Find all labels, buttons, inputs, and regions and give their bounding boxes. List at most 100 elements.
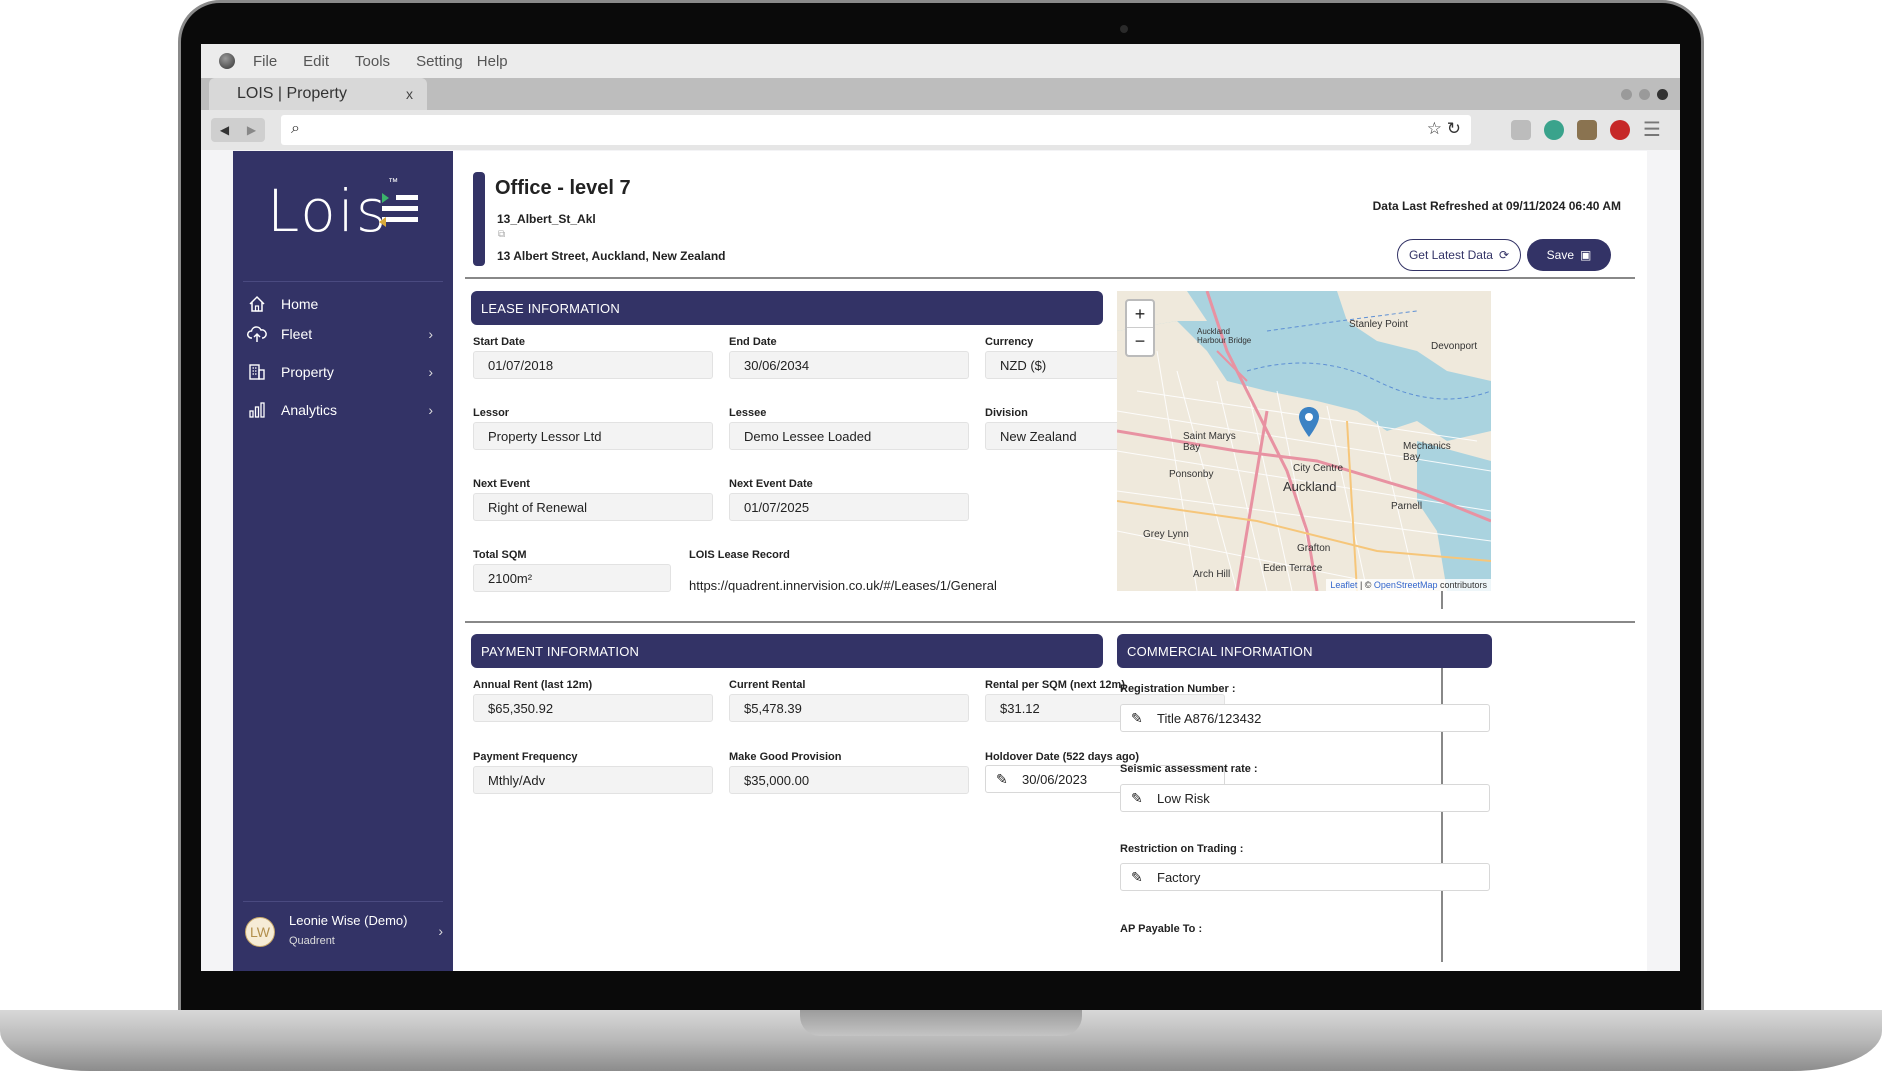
tab-lois-property[interactable]: LOIS | Property x	[209, 78, 427, 110]
pencil-icon[interactable]: ✎	[996, 771, 1008, 788]
hamburger-menu-icon[interactable]: ☰	[1643, 120, 1663, 140]
sidebar-item-fleet[interactable]: Fleet ›	[247, 319, 443, 349]
property-address: 13 Albert Street, Auckland, New Zealand	[497, 249, 726, 263]
title-accent-bar	[473, 172, 485, 266]
zoom-out-button[interactable]: −	[1127, 328, 1153, 355]
next-event-field: Right of Renewal	[473, 493, 713, 521]
payment-frequency-field: Mthly/Adv	[473, 766, 713, 794]
user-name: Leonie Wise (Demo)	[289, 913, 408, 928]
app-window: Lois™ Home Fleet › Property › Analytics …	[233, 151, 1647, 971]
map-label: Ponsonby	[1169, 469, 1214, 480]
lease-record-link[interactable]: https://quadrent.innervision.co.uk/#/Lea…	[689, 578, 997, 593]
map-marker-icon[interactable]	[1299, 407, 1319, 437]
extension-record-icon[interactable]	[1610, 120, 1630, 140]
main-content: Office - level 7 13_Albert_St_Akl ⧉ 13 A…	[453, 151, 1647, 971]
map-label: Parnell	[1391, 501, 1423, 512]
url-input[interactable]: ⌕ ☆ ↻	[281, 115, 1471, 145]
extension-window-icon[interactable]	[1511, 120, 1531, 140]
map-label: Auckland Harbour Bridge	[1197, 327, 1252, 345]
lessee-field: Demo Lessee Loaded	[729, 422, 969, 450]
payment-frequency-label: Payment Frequency	[473, 751, 578, 763]
pencil-icon[interactable]: ✎	[1131, 869, 1143, 886]
extension-camera-icon[interactable]	[1577, 120, 1597, 140]
ap-payable-label: AP Payable To :	[1120, 923, 1203, 935]
sidebar-item-label: Analytics	[281, 402, 338, 418]
window-minimize-icon[interactable]	[1621, 89, 1632, 100]
osm-link[interactable]: OpenStreetMap	[1374, 580, 1438, 590]
lease-info-header: LEASE INFORMATION	[471, 291, 1103, 325]
sidebar-item-home[interactable]: Home	[247, 289, 443, 319]
extension-star-icon[interactable]	[1544, 120, 1564, 140]
seismic-input[interactable]: ✎ Low Risk	[1120, 784, 1490, 812]
map-zoom-controls: + −	[1125, 299, 1155, 357]
end-date-label: End Date	[729, 336, 777, 348]
registration-label: Registration Number :	[1120, 683, 1236, 695]
copy-icon[interactable]: ⧉	[498, 229, 505, 240]
commercial-info-header: COMMERCIAL INFORMATION	[1117, 634, 1492, 668]
map-label: Eden Terrace	[1263, 563, 1323, 574]
registration-input[interactable]: ✎ Title A876/123432	[1120, 704, 1490, 732]
star-icon[interactable]: ☆	[1427, 119, 1442, 138]
lois-logo: Lois™	[267, 177, 401, 245]
save-icon: ▣	[1580, 248, 1592, 262]
pencil-icon[interactable]: ✎	[1131, 710, 1143, 727]
window-maximize-icon[interactable]	[1639, 89, 1650, 100]
window-close-icon[interactable]	[1657, 89, 1668, 100]
search-icon: ⌕	[291, 120, 300, 137]
menu-edit[interactable]: Edit	[303, 53, 329, 70]
map-label: City Centre	[1293, 463, 1344, 474]
menu-file[interactable]: File	[253, 53, 277, 70]
menu-tools[interactable]: Tools	[355, 53, 390, 70]
window-controls	[1621, 89, 1668, 100]
back-icon[interactable]: ◀	[220, 123, 229, 137]
sidebar-divider	[243, 901, 443, 902]
lessee-label: Lessee	[729, 407, 767, 419]
sidebar-item-analytics[interactable]: Analytics ›	[247, 395, 443, 425]
divider	[465, 621, 1635, 623]
map-label: Mechanics Bay	[1403, 441, 1451, 463]
app-icon	[219, 53, 235, 69]
total-sqm-label: Total SQM	[473, 549, 527, 561]
map-label: Grafton	[1297, 543, 1331, 554]
start-date-field: 01/07/2018	[473, 351, 713, 379]
divider	[465, 277, 1635, 279]
leaflet-link[interactable]: Leaflet	[1330, 580, 1357, 590]
forward-icon[interactable]: ▶	[247, 123, 256, 137]
avatar: LW	[245, 917, 275, 947]
sidebar: Lois™ Home Fleet › Property › Analytics …	[233, 151, 453, 971]
url-tools: ☆ ↻	[1427, 119, 1461, 139]
make-good-field: $35,000.00	[729, 766, 969, 794]
sidebar-item-property[interactable]: Property ›	[247, 357, 443, 387]
screen: File Edit Tools Setting Help LOIS | Prop…	[201, 44, 1680, 971]
restriction-label: Restriction on Trading :	[1120, 843, 1244, 855]
tab-close-icon[interactable]: x	[406, 86, 413, 102]
annual-rent-field: $65,350.92	[473, 694, 713, 722]
property-map[interactable]: Stanley Point Devonport Auckland Harbour…	[1117, 291, 1491, 591]
next-event-date-field: 01/07/2025	[729, 493, 969, 521]
logo-lines-icon	[379, 193, 418, 235]
building-icon	[247, 362, 267, 382]
map-label: Grey Lynn	[1143, 529, 1189, 540]
zoom-in-button[interactable]: +	[1127, 301, 1153, 328]
cloud-upload-icon	[247, 324, 267, 344]
tab-title: LOIS | Property	[237, 85, 347, 102]
menu-help[interactable]: Help	[477, 53, 508, 70]
sidebar-divider	[243, 281, 443, 282]
sidebar-item-label: Fleet	[281, 326, 313, 342]
end-date-field: 30/06/2034	[729, 351, 969, 379]
get-latest-data-button[interactable]: Get Latest Data ⟳	[1397, 239, 1521, 271]
reload-icon[interactable]: ↻	[1447, 119, 1461, 138]
pencil-icon[interactable]: ✎	[1131, 790, 1143, 807]
restriction-input[interactable]: ✎ Factory	[1120, 863, 1490, 891]
chevron-right-icon: ›	[428, 364, 433, 380]
annual-rent-label: Annual Rent (last 12m)	[473, 679, 593, 691]
menu-setting[interactable]: Setting	[416, 53, 463, 70]
map-label: Arch Hill	[1193, 569, 1231, 580]
home-icon	[247, 294, 267, 314]
next-event-label: Next Event	[473, 478, 530, 490]
user-profile[interactable]: LW Leonie Wise (Demo) Quadrent ›	[245, 911, 445, 957]
currency-label: Currency	[985, 336, 1034, 348]
page-title: Office - level 7	[495, 177, 631, 199]
laptop-frame: File Edit Tools Setting Help LOIS | Prop…	[0, 0, 1882, 1071]
save-button[interactable]: Save ▣	[1527, 239, 1611, 271]
